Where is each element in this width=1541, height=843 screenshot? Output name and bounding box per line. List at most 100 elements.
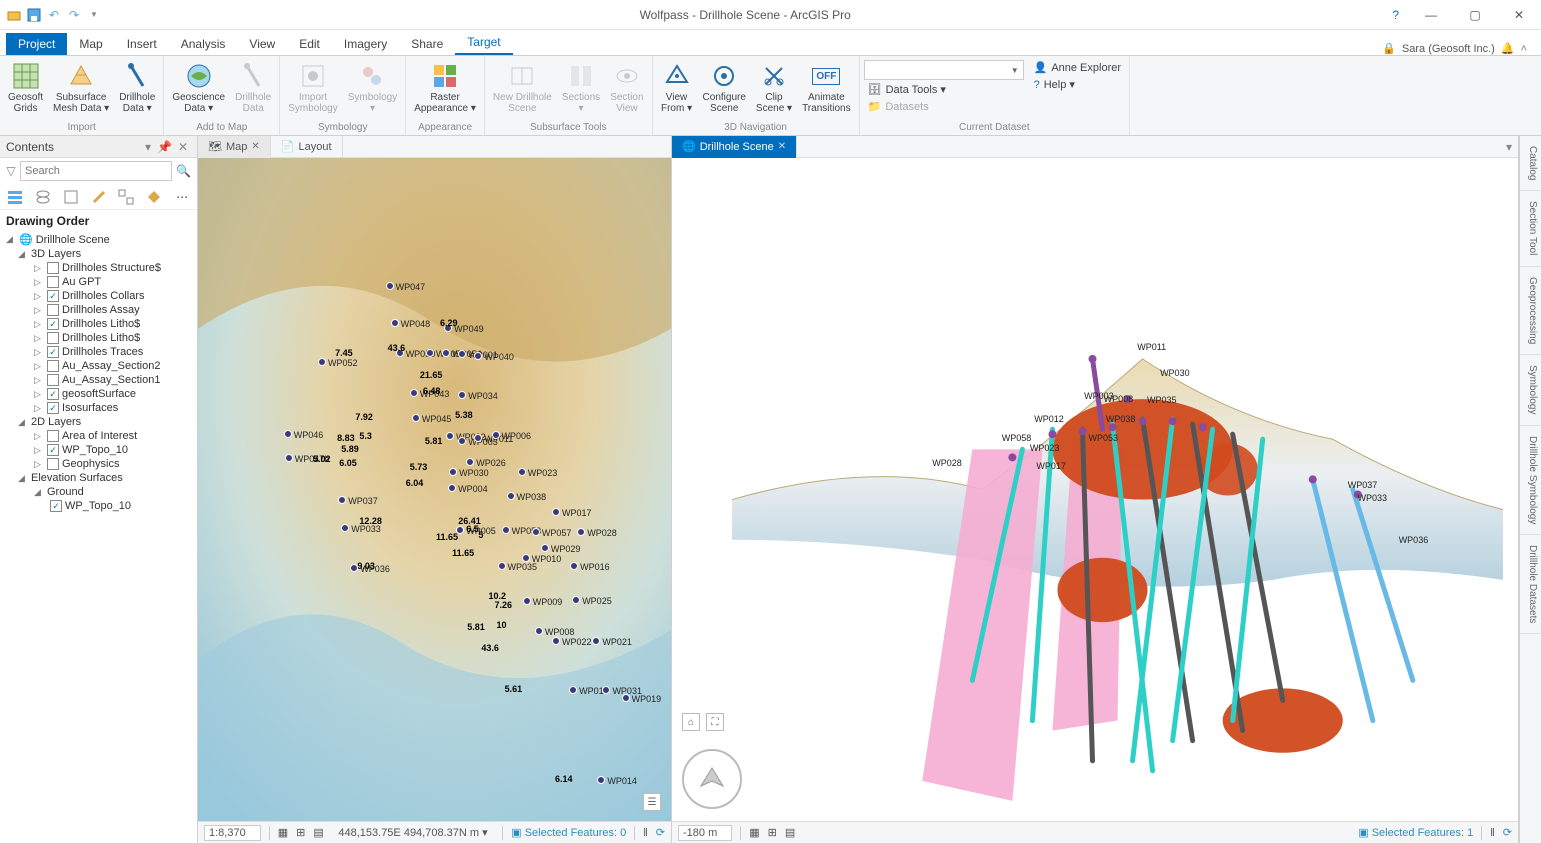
drillhole-collar[interactable]	[498, 562, 506, 570]
drillhole-collar[interactable]	[532, 528, 540, 536]
drillhole-collar[interactable]	[474, 434, 482, 442]
drillhole-collar[interactable]	[474, 352, 482, 360]
drillhole-collar[interactable]	[597, 776, 605, 784]
close-tab-icon[interactable]: ✕	[778, 141, 786, 152]
drillhole-collar[interactable]	[552, 637, 560, 645]
toggle-light-icon[interactable]: ▤	[785, 826, 795, 839]
drillhole-collar[interactable]	[569, 686, 577, 694]
minimize-button[interactable]: —	[1409, 0, 1453, 30]
map-canvas[interactable]: ☰ WP047WP048WP049WP050WP051WP054WP001WP0…	[198, 158, 671, 821]
drillhole-collar[interactable]	[622, 694, 630, 702]
drillhole-collar[interactable]	[412, 414, 420, 422]
qat-dropdown-icon[interactable]: ▼	[86, 7, 102, 23]
tab-map[interactable]: Map	[67, 33, 114, 55]
toggle-dynamic-icon[interactable]: ▤	[313, 826, 323, 839]
dataset-dropdown[interactable]: ‎▼	[864, 60, 1024, 80]
help-icon[interactable]: ?	[1382, 8, 1409, 22]
selection-status[interactable]: ▣ Selected Features: 0	[511, 826, 626, 839]
drillhole-collar[interactable]	[541, 544, 549, 552]
scale-dropdown[interactable]: 1:8,370	[204, 825, 261, 841]
pause-icon[interactable]: ‖	[643, 827, 648, 839]
help-button[interactable]: ?Help ▾	[1030, 77, 1125, 92]
drillhole-collar[interactable]	[338, 496, 346, 504]
dock-tab[interactable]: Drillhole Symbology	[1520, 426, 1541, 535]
drillhole-collar[interactable]	[284, 430, 292, 438]
tree-layer[interactable]: ▷✓WP_Topo_10	[0, 443, 197, 457]
drillhole-collar[interactable]	[391, 319, 399, 327]
drillhole-collar[interactable]	[446, 432, 454, 440]
drillhole-collar[interactable]	[602, 686, 610, 694]
list-by-source-icon[interactable]	[34, 188, 52, 206]
tree-layer[interactable]: ▷Au GPT	[0, 275, 197, 289]
tab-project[interactable]: Project	[6, 33, 67, 55]
drillhole-collar[interactable]	[396, 349, 404, 357]
drillhole-scene-tab[interactable]: 🌐Drillhole Scene✕	[672, 136, 797, 158]
tab-insert[interactable]: Insert	[115, 33, 169, 55]
drillhole-collar[interactable]	[456, 526, 464, 534]
drillhole-collar[interactable]	[350, 564, 358, 572]
drillhole-collar[interactable]	[522, 554, 530, 562]
drillhole-collar[interactable]	[458, 350, 466, 358]
close-pane-icon[interactable]: ✕	[175, 140, 191, 154]
contents-search-input[interactable]	[20, 161, 172, 181]
list-by-labeling-icon[interactable]	[145, 188, 163, 206]
data-tools-button[interactable]: 🗄Data Tools ▾	[864, 82, 1024, 97]
toggle-grid-icon[interactable]: ▦	[749, 826, 759, 839]
drillhole-collar[interactable]	[458, 391, 466, 399]
undo-icon[interactable]: ↶	[46, 7, 62, 23]
drillhole-collar[interactable]	[410, 389, 418, 397]
tree-layer[interactable]: ▷Area of Interest	[0, 429, 197, 443]
full-extent-icon[interactable]: ⛶	[706, 713, 724, 731]
tree-layer[interactable]: ▷Geophysics	[0, 457, 197, 471]
map-attributes-icon[interactable]: ☰	[643, 793, 661, 811]
toggle-snap-icon[interactable]: ⊞	[296, 826, 305, 839]
refresh-icon[interactable]: ⟳	[656, 826, 665, 839]
refresh-icon[interactable]: ⟳	[1503, 826, 1512, 839]
collapse-ribbon-icon[interactable]: ˄	[1521, 43, 1527, 55]
tree-2d-layers[interactable]: ◢2D Layers	[0, 415, 197, 429]
drillhole-collar[interactable]	[448, 484, 456, 492]
tree-layer[interactable]: ▷✓Drillholes Litho$	[0, 317, 197, 331]
tree-root[interactable]: ◢🌐Drillhole Scene	[0, 232, 197, 247]
drillhole-collar[interactable]	[518, 468, 526, 476]
drillhole-collar[interactable]	[285, 454, 293, 462]
navigator-widget[interactable]	[682, 749, 742, 809]
pin-icon[interactable]: 📌	[154, 140, 175, 154]
scene-canvas[interactable]: ⌂ ⛶ WP011WP030WP003WP008WP035WP012WP038W…	[672, 158, 1518, 821]
list-by-selection-icon[interactable]	[62, 188, 80, 206]
tree-elevation-surfaces[interactable]: ◢Elevation Surfaces	[0, 471, 197, 485]
dock-tab[interactable]: Geoprocessing	[1520, 267, 1541, 355]
dock-tab[interactable]: Drillhole Datasets	[1520, 535, 1541, 634]
tree-layer[interactable]: ▷✓Drillholes Collars	[0, 289, 197, 303]
tree-3d-layers[interactable]: ◢3D Layers	[0, 247, 197, 261]
view-menu-icon[interactable]: ▾	[1500, 140, 1518, 154]
list-by-snapping-icon[interactable]	[117, 188, 135, 206]
tree-layer[interactable]: ▷Au_Assay_Section1	[0, 373, 197, 387]
tree-layer[interactable]: ▷✓Isosurfaces	[0, 401, 197, 415]
filter-icon[interactable]: ▽	[6, 164, 16, 178]
tree-layer[interactable]: ▷Drillholes Assay	[0, 303, 197, 317]
home-view-icon[interactable]: ⌂	[682, 713, 700, 731]
tab-view[interactable]: View	[237, 33, 287, 55]
search-icon[interactable]: 🔍	[176, 164, 191, 178]
depth-dropdown[interactable]: -180 m	[678, 825, 732, 841]
drillhole-collar[interactable]	[577, 528, 585, 536]
view-from-button[interactable]: View From ▾	[657, 58, 697, 116]
layout-tab[interactable]: 📄Layout	[271, 136, 343, 158]
tree-layer[interactable]: ▷Drillholes Structure$	[0, 261, 197, 275]
signed-in-user[interactable]: 🔒 Sara (Geosoft Inc.) 🔔 ˄	[1382, 42, 1535, 55]
drillhole-collar[interactable]	[507, 492, 515, 500]
drillhole-collar[interactable]	[458, 437, 466, 445]
tab-edit[interactable]: Edit	[287, 33, 332, 55]
clip-scene-button[interactable]: Clip Scene ▾	[752, 58, 796, 116]
save-icon[interactable]	[26, 7, 42, 23]
tree-layer[interactable]: ▷Drillholes Litho$	[0, 331, 197, 345]
drillhole-collar[interactable]	[592, 637, 600, 645]
tree-layer[interactable]: ▷✓Drillholes Traces	[0, 345, 197, 359]
animate-transitions-button[interactable]: OFFAnimate Transitions	[798, 58, 855, 116]
drillhole-collar[interactable]	[442, 349, 450, 357]
tab-analysis[interactable]: Analysis	[169, 33, 238, 55]
close-button[interactable]: ✕	[1497, 0, 1541, 30]
drillhole-collar[interactable]	[523, 597, 531, 605]
tree-ground-layer[interactable]: ✓WP_Topo_10	[0, 499, 197, 513]
